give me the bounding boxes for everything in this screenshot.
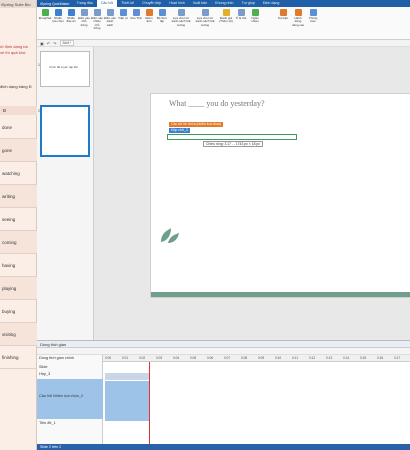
tab-help[interactable]: Trợ giúp (238, 0, 259, 7)
tab-view[interactable]: Khung nhìn (211, 0, 237, 7)
answer-field[interactable] (167, 134, 297, 140)
ribbon-button[interactable]: Tỉ lệ thẻ (235, 9, 247, 20)
slide[interactable]: What ____ you do yesterday? Câu trả lời … (150, 93, 410, 298)
timeline-layers: Dòng thời gian chính Slide Hộp_3 Câu hỏi… (37, 355, 103, 445)
multiple-choice-icon (54, 9, 62, 16)
timeline-title: Dòng thời gian (37, 341, 410, 348)
drag-drop-icon (132, 9, 140, 16)
multi-blank-icon (93, 9, 101, 16)
ribbon-button[interactable]: Trận tự (117, 9, 129, 20)
quick-access-toolbar: ▣ ↶ ↷ Bài1* (37, 40, 410, 47)
note-line: về thì quá khứ (0, 50, 26, 55)
list-item[interactable]: playing (0, 277, 37, 300)
slide-thumbnails: 1 Chúc đề luyện tập Đề 2 (37, 47, 94, 340)
ribbon-button[interactable]: Ngẫu nhiên (249, 9, 261, 24)
message-icon (309, 9, 317, 16)
tab-animations[interactable]: Hoạt hình (165, 0, 189, 7)
undo-icon[interactable]: ↶ (47, 41, 50, 46)
timeline-panel: Dòng thời gian Dòng thời gian chính Slid… (37, 340, 410, 445)
ribbon-button[interactable]: Điền vào chỗ trống (78, 9, 90, 27)
fill-blank-icon (80, 9, 88, 16)
ribbon-button[interactable]: Đánh giá (Thêm số) (219, 9, 233, 24)
advanced-action-icon (294, 9, 302, 16)
ribbon-button[interactable]: Thông báo (307, 9, 319, 24)
ribbon-button[interactable]: Đúng/Sai (39, 9, 51, 20)
list-item[interactable]: having (0, 254, 37, 277)
timeline-toolbar (37, 348, 410, 355)
dropdown-icon (177, 9, 185, 16)
tab-home[interactable]: Trang đầu (73, 0, 97, 7)
random-icon (251, 9, 259, 16)
ribbon-button[interactable]: Điền vào danh sách (104, 9, 116, 27)
timeline-row[interactable]: Tiêu đề_1 (37, 420, 103, 427)
ribbon-button[interactable]: Sự kiện (277, 9, 289, 20)
ribbon-button[interactable]: Điểm ảnh (143, 9, 155, 24)
tab-format[interactable]: Định dạng (259, 0, 283, 7)
list-item[interactable]: watching (0, 162, 37, 185)
ribbon: Đúng/Sai Nhiều lựa chọn Nhiều đáp án Điề… (37, 7, 410, 40)
timeline-row[interactable]: Slide (37, 364, 103, 371)
timeline-bar[interactable] (105, 373, 150, 380)
true-false-icon (41, 9, 49, 16)
note-line: ời định dạng bả (0, 44, 28, 49)
timeline-bar[interactable] (105, 381, 150, 421)
multiple-response-icon (67, 9, 75, 16)
tab-document[interactable]: Bài1* (59, 40, 75, 46)
timeline-row-selected[interactable]: Câu hỏi Nhiều lựa chọn_2 (37, 379, 103, 419)
status-bar: Slide 2 trên 2 (37, 444, 410, 450)
ribbon-button[interactable]: Nhiều lựa chọn (52, 9, 64, 24)
note-line: định dạng bảng Đ (0, 84, 32, 89)
list-item[interactable]: writing (0, 185, 37, 208)
thumb-title: Chúc đề luyện tập Đề (49, 65, 78, 69)
list-item[interactable]: seeing (0, 208, 37, 231)
timeline-row[interactable]: Hộp_3 (37, 371, 103, 378)
rating-icon (222, 9, 230, 16)
timeline-ruler[interactable]: 0:00 0:01 0:02 0:03 0:04 0:05 0:06 0:07 … (103, 355, 410, 362)
list-item[interactable]: done (0, 116, 37, 139)
tab-transitions[interactable]: Chuyển tiếp (138, 0, 165, 7)
slide-thumbnail[interactable]: Chúc đề luyện tập Đề (40, 51, 90, 87)
ribbon-button[interactable]: Hành động nâng cao (291, 9, 305, 27)
hotspot-icon (145, 9, 153, 16)
dropdown-icon (201, 9, 209, 16)
app-title: iSpring QuizMaker (40, 1, 70, 6)
left-panel: iSpring Suite Bio ời định dạng bả về thì… (0, 0, 37, 450)
event-icon (279, 9, 287, 16)
save-icon[interactable]: ▣ (40, 41, 44, 46)
slide-footer-bar (151, 292, 410, 297)
title-bar: iSpring QuizMaker Trang đầu Câu hỏi Thiế… (37, 0, 410, 7)
textbox-label[interactable]: Hộp chữ_3 (169, 128, 190, 133)
redo-icon[interactable]: ↷ (53, 41, 56, 46)
list-item[interactable]: visiting (0, 323, 37, 346)
ribbon-button[interactable]: Bộ Sưu tập (156, 9, 168, 24)
leaf-icon (161, 228, 179, 243)
list-item[interactable]: gone (0, 139, 37, 162)
fill-list-icon (106, 9, 114, 16)
list-item[interactable]: buying (0, 300, 37, 323)
column-header: Đ (0, 106, 37, 115)
ribbon-button[interactable]: Lựa chọn từ danh sách thả xuống (195, 9, 215, 27)
ribbon-button[interactable]: Nhiều đáp án (65, 9, 77, 24)
gallery-icon (158, 9, 166, 16)
slide-canvas: What ____ you do yesterday? Câu trả lời … (94, 47, 410, 340)
ratio-icon (237, 9, 245, 16)
answer-label[interactable]: Câu trả lời chứa (nhiều lựa chọn) (169, 122, 224, 127)
left-panel-title: iSpring Suite Bio (0, 0, 36, 8)
slide-thumbnail-selected[interactable] (40, 105, 90, 157)
question-title[interactable]: What ____ you do yesterday? (169, 99, 265, 108)
list-item[interactable]: coming (0, 231, 37, 254)
app-window: iSpring QuizMaker Trang đầu Câu hỏi Thiế… (37, 0, 410, 450)
timeline-row[interactable]: Dòng thời gian chính (37, 355, 103, 362)
tab-publish[interactable]: Xuất bản (189, 0, 211, 7)
list-item[interactable]: finishing (0, 346, 37, 369)
ribbon-button[interactable]: Điền vào nhiều chỗ trống (91, 9, 103, 31)
playhead[interactable] (149, 362, 150, 445)
tab-questions[interactable]: Câu hỏi (96, 0, 118, 7)
ribbon-button[interactable]: Lựa chọn từ danh sách thả xuống (171, 9, 191, 27)
sequence-icon (119, 9, 127, 16)
tab-design[interactable]: Thiết kế (117, 0, 138, 7)
ribbon-button[interactable]: Kéo Thả (130, 9, 142, 20)
size-tooltip: Chiều rộng: 3.17 ... 1743 px × 18 px (203, 141, 264, 147)
